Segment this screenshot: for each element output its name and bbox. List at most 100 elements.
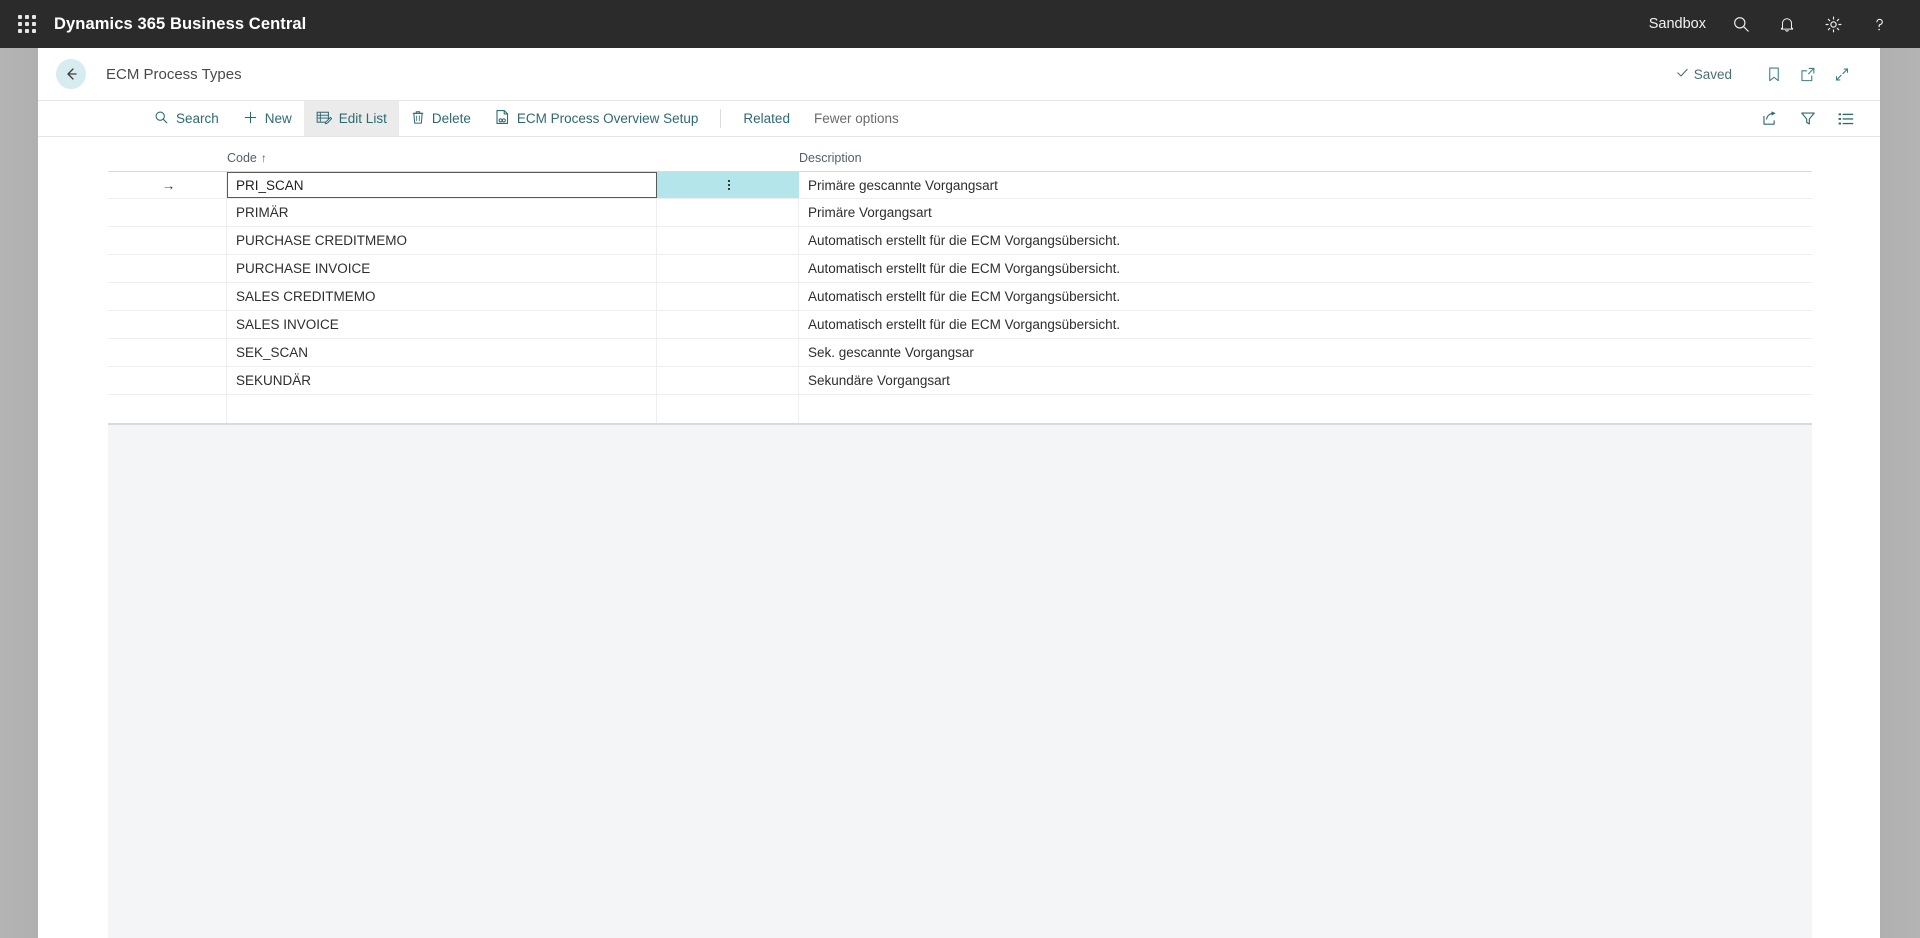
cell-description[interactable]: Automatisch erstellt für die ECM Vorgang…	[799, 227, 1812, 254]
list-view-icon[interactable]	[1834, 107, 1858, 131]
edit-list-icon	[316, 110, 332, 128]
cell-description[interactable]: Primäre Vorgangsart	[799, 199, 1812, 226]
plus-icon	[243, 110, 258, 128]
table-row[interactable]: PRIMÄR Primäre Vorgangsart	[108, 199, 1812, 227]
table-row[interactable]: PURCHASE CREDITMEMO Automatisch erstellt …	[108, 227, 1812, 255]
grid-header-description[interactable]: Description	[799, 151, 1812, 171]
app-launcher-icon[interactable]	[14, 11, 40, 37]
search-icon[interactable]	[1718, 0, 1764, 48]
page-setup-icon	[495, 109, 510, 128]
cell-mid	[657, 199, 799, 226]
environment-label[interactable]: Sandbox	[1637, 16, 1718, 32]
grid-header-code[interactable]: Code↑	[227, 151, 657, 171]
cell-code[interactable]: PRI_SCAN	[227, 172, 657, 198]
table-row[interactable]: SEK_SCAN Sek. gescannte Vorgangsar	[108, 339, 1812, 367]
grid-header-mid	[657, 165, 799, 171]
brand-title[interactable]: Dynamics 365 Business Central	[54, 15, 306, 34]
back-arrow-icon[interactable]	[56, 59, 86, 89]
toolbar-right-actions	[1758, 101, 1880, 136]
cell-mid	[657, 255, 799, 282]
process-types-grid: Code↑ Description →PRI_SCAN Primäre gesca…	[108, 137, 1812, 425]
toolbar-search-label: Search	[176, 111, 219, 126]
cell-description[interactable]: Primäre gescannte Vorgangsart	[799, 172, 1812, 198]
cell-mid	[657, 311, 799, 338]
toolbar-edit-list-button[interactable]: Edit List	[304, 101, 399, 136]
row-selector[interactable]	[108, 227, 227, 254]
left-gutter	[0, 0, 38, 938]
toolbar-search-button[interactable]: Search	[142, 101, 231, 136]
table-row[interactable]: PURCHASE INVOICE Automatisch erstellt für…	[108, 255, 1812, 283]
cell-mid	[657, 283, 799, 310]
row-selector[interactable]	[108, 395, 227, 423]
grid-body: →PRI_SCANPrimäre gescannte VorgangsartPR…	[108, 171, 1812, 425]
cell-description[interactable]: Automatisch erstellt für die ECM Vorgang…	[799, 311, 1812, 338]
checkmark-icon	[1676, 66, 1689, 82]
cell-description[interactable]: Automatisch erstellt für die ECM Vorgang…	[799, 283, 1812, 310]
cell-mid	[657, 339, 799, 366]
help-question-icon[interactable]	[1856, 0, 1902, 48]
top-navigation-bar: Dynamics 365 Business Central Sandbox	[0, 0, 1920, 48]
toolbar-edit-list-label: Edit List	[339, 111, 387, 126]
row-selector-arrow-icon[interactable]: →	[108, 172, 227, 198]
row-actions-cell[interactable]	[657, 172, 799, 198]
open-in-excel-icon[interactable]	[1758, 107, 1782, 131]
cell-code[interactable]: SALES INVOICE	[227, 311, 657, 338]
notification-bell-icon[interactable]	[1764, 0, 1810, 48]
top-bar-actions: Sandbox	[1637, 0, 1920, 48]
row-selector[interactable]	[108, 367, 227, 394]
cell-code[interactable]: SEK_SCAN	[227, 339, 657, 366]
cell-code[interactable]: SALES CREDITMEMO	[227, 283, 657, 310]
toolbar-new-label: New	[265, 111, 292, 126]
bookmark-icon[interactable]	[1758, 58, 1790, 90]
action-toolbar: Search New	[38, 100, 1880, 137]
saved-label: Saved	[1694, 67, 1732, 82]
app-root: Dynamics 365 Business Central Sandbox	[0, 0, 1920, 938]
open-in-new-window-icon[interactable]	[1792, 58, 1824, 90]
toolbar-ecm-setup-label: ECM Process Overview Setup	[517, 111, 699, 126]
cell-description[interactable]: Sek. gescannte Vorgangsar	[799, 339, 1812, 366]
row-selector[interactable]	[108, 199, 227, 226]
grid-new-row[interactable]	[108, 395, 1812, 425]
page-title-actions: Saved	[1676, 58, 1880, 90]
cell-mid	[657, 367, 799, 394]
cell-code[interactable]: PRIMÄR	[227, 199, 657, 226]
cell-description[interactable]	[799, 395, 1812, 423]
row-selector[interactable]	[108, 283, 227, 310]
cell-code[interactable]: SEKUNDÄR	[227, 367, 657, 394]
cell-description[interactable]: Automatisch erstellt für die ECM Vorgang…	[799, 255, 1812, 282]
toolbar-fewer-options-label: Fewer options	[814, 111, 899, 126]
toolbar-ecm-process-overview-setup-button[interactable]: ECM Process Overview Setup	[483, 101, 711, 136]
search-icon	[154, 110, 169, 128]
cell-mid	[657, 227, 799, 254]
toolbar-related-menu[interactable]: Related	[731, 101, 802, 136]
cell-code[interactable]	[227, 395, 657, 423]
more-options-icon[interactable]	[728, 180, 730, 190]
toolbar-new-button[interactable]: New	[231, 101, 304, 136]
toolbar-delete-button[interactable]: Delete	[399, 101, 483, 136]
row-selector[interactable]	[108, 311, 227, 338]
cell-description[interactable]: Sekundäre Vorgangsart	[799, 367, 1812, 394]
grid-header-row: Code↑ Description	[108, 137, 1812, 171]
code-input[interactable]: PRI_SCAN	[227, 172, 657, 198]
table-row[interactable]: →PRI_SCAN Primäre gescannte Vorgangsart	[108, 171, 1812, 199]
status-badge: Saved	[1676, 66, 1732, 82]
toolbar-fewer-options-button[interactable]: Fewer options	[802, 101, 911, 136]
page-content: Code↑ Description →PRI_SCAN Primäre gesca…	[38, 137, 1880, 938]
table-row[interactable]: SALES INVOICE Automatisch erstellt für di…	[108, 311, 1812, 339]
cell-code[interactable]: PURCHASE INVOICE	[227, 255, 657, 282]
toolbar-divider	[720, 109, 721, 128]
right-gutter	[1880, 0, 1920, 938]
row-selector[interactable]	[108, 339, 227, 366]
collapse-icon[interactable]	[1826, 58, 1858, 90]
row-selector[interactable]	[108, 255, 227, 282]
settings-gear-icon[interactable]	[1810, 0, 1856, 48]
table-row[interactable]: SALES CREDITMEMO Automatisch erstellt für…	[108, 283, 1812, 311]
page-title-bar: ECM Process Types Saved	[38, 48, 1880, 100]
table-row[interactable]: SEKUNDÄR Sekundäre Vorgangsart	[108, 367, 1812, 395]
filter-funnel-icon[interactable]	[1796, 107, 1820, 131]
toolbar-related-label: Related	[743, 111, 790, 126]
toolbar-delete-label: Delete	[432, 111, 471, 126]
sort-ascending-icon: ↑	[261, 151, 267, 165]
trash-icon	[411, 110, 425, 128]
cell-code[interactable]: PURCHASE CREDITMEMO	[227, 227, 657, 254]
